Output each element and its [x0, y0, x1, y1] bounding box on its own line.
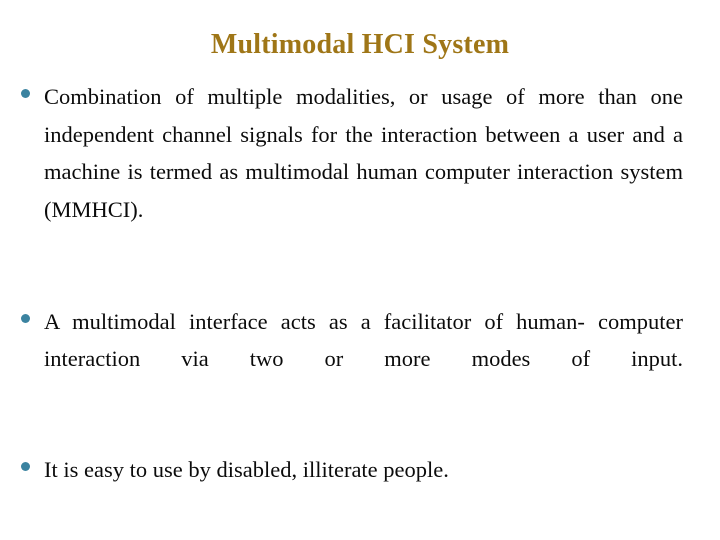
- bullet-text-multimodal-interface-facilitator: A multimodal interface acts as a facilit…: [44, 308, 683, 372]
- bullet-item-combination-of-modalities: Combination of multiple modalities, or u…: [0, 78, 720, 266]
- slide-body-content: Combination of multiple modalities, or u…: [0, 78, 720, 489]
- bullet-text-easy-to-use: It is easy to use by disabled, illiterat…: [44, 457, 449, 482]
- disc-bullet-icon: [21, 89, 30, 98]
- disc-bullet-icon: [21, 462, 30, 471]
- bullet-text-combination-of-modalities: Combination of multiple modalities, or u…: [44, 84, 683, 222]
- slide-title: Multimodal HCI System: [210, 29, 510, 60]
- disc-bullet-icon: [21, 313, 30, 323]
- bullet-item-multimodal-interface-facilitator: A multimodal interface acts as a facilit…: [0, 303, 720, 416]
- presentation-slide: Multimodal HCI System Combination of mul…: [0, 0, 720, 540]
- bullet-item-easy-to-use: It is easy to use by disabled, illiterat…: [0, 451, 720, 489]
